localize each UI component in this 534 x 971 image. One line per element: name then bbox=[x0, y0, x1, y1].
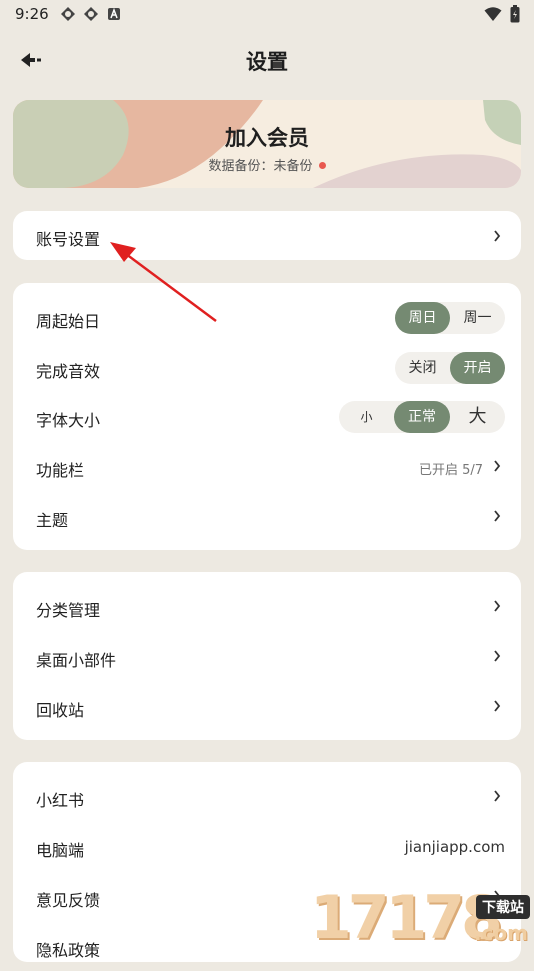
chevron-right-icon bbox=[494, 460, 501, 472]
toolbar-status: 已开启 5/7 bbox=[418, 463, 483, 478]
chevron-right-icon bbox=[494, 600, 501, 612]
chevron-right-icon bbox=[494, 700, 501, 712]
font-size-normal-option[interactable]: 正常 bbox=[394, 401, 450, 433]
xiaohongshu-label: 小红书 bbox=[36, 791, 85, 810]
category-manage-label: 分类管理 bbox=[36, 601, 101, 620]
toolbar-row[interactable]: 功能栏 已开启 5/7 bbox=[13, 443, 521, 491]
toolbar-label: 功能栏 bbox=[36, 461, 85, 480]
status-dot bbox=[318, 162, 326, 169]
font-size-small-option[interactable]: 小 bbox=[339, 401, 394, 433]
watermark-tag: 下载站 bbox=[476, 895, 530, 919]
week-start-toggle[interactable]: 周日 周一 bbox=[395, 302, 505, 334]
account-settings-label: 账号设置 bbox=[36, 230, 101, 249]
desktop-client-label: 电脑端 bbox=[36, 841, 85, 860]
xiaohongshu-row[interactable]: 小红书 bbox=[13, 773, 521, 821]
chevron-right-icon bbox=[494, 230, 501, 242]
font-size-label: 字体大小 bbox=[36, 411, 101, 430]
sound-row: 完成音效 关闭 开启 bbox=[13, 344, 521, 392]
backup-status: 数据备份：未备份 bbox=[13, 155, 521, 174]
week-start-row: 周起始日 周日 周一 bbox=[13, 294, 521, 342]
font-size-toggle[interactable]: 小 正常 大 bbox=[339, 401, 505, 433]
page-title: 设置 bbox=[246, 50, 288, 74]
font-size-large-option[interactable]: 大 bbox=[450, 401, 505, 433]
title-bar: 设置 bbox=[0, 36, 534, 84]
watermark-suffix: .com bbox=[473, 921, 528, 945]
theme-row[interactable]: 主题 bbox=[13, 493, 521, 541]
battery-icon bbox=[510, 5, 520, 23]
app-notification-icon bbox=[84, 7, 98, 21]
preferences-card: 周起始日 周日 周一 完成音效 关闭 开启 字体大小 小 正常 大 功能栏 已开… bbox=[13, 283, 521, 550]
chevron-right-icon bbox=[494, 650, 501, 662]
status-bar: 9:26 bbox=[0, 0, 534, 28]
desktop-client-row[interactable]: 电脑端 jianjiapp.com bbox=[13, 823, 521, 871]
font-notification-icon bbox=[108, 7, 120, 20]
week-start-label: 周起始日 bbox=[36, 312, 101, 331]
watermark-logo: 17178 下载站 .com bbox=[308, 883, 534, 953]
week-start-sunday-option[interactable]: 周日 bbox=[395, 302, 450, 334]
member-card[interactable]: 加入会员 数据备份：未备份 bbox=[13, 100, 521, 188]
desktop-widget-row[interactable]: 桌面小部件 bbox=[13, 633, 521, 681]
sound-on-option[interactable]: 开启 bbox=[450, 352, 505, 384]
recycle-bin-row[interactable]: 回收站 bbox=[13, 683, 521, 731]
week-start-monday-option[interactable]: 周一 bbox=[450, 302, 505, 334]
status-time: 9:26 bbox=[15, 5, 49, 23]
watermark-digits: 17178 bbox=[310, 883, 503, 953]
wifi-icon bbox=[484, 7, 502, 21]
desktop-client-url[interactable]: jianjiapp.com bbox=[405, 838, 505, 856]
category-manage-row[interactable]: 分类管理 bbox=[13, 583, 521, 631]
sound-label: 完成音效 bbox=[36, 362, 101, 381]
manage-card: 分类管理 桌面小部件 回收站 bbox=[13, 572, 521, 740]
chevron-right-icon bbox=[494, 790, 501, 802]
sound-off-option[interactable]: 关闭 bbox=[395, 352, 450, 384]
notification-icons bbox=[60, 6, 122, 22]
desktop-widget-label: 桌面小部件 bbox=[36, 651, 117, 670]
recycle-bin-label: 回收站 bbox=[36, 701, 85, 720]
app-notification-icon bbox=[61, 7, 75, 21]
member-title: 加入会员 bbox=[225, 126, 309, 150]
theme-label: 主题 bbox=[36, 511, 69, 530]
account-settings-row[interactable]: 账号设置 bbox=[13, 211, 521, 259]
privacy-policy-label: 隐私政策 bbox=[36, 941, 101, 960]
account-card: 账号设置 bbox=[13, 211, 521, 260]
feedback-label: 意见反馈 bbox=[36, 891, 101, 910]
system-icons bbox=[484, 5, 520, 23]
chevron-right-icon bbox=[494, 510, 501, 522]
sound-toggle[interactable]: 关闭 开启 bbox=[395, 352, 505, 384]
font-size-row: 字体大小 小 正常 大 bbox=[13, 393, 521, 441]
backup-status-text: 数据备份：未备份 bbox=[208, 159, 313, 174]
